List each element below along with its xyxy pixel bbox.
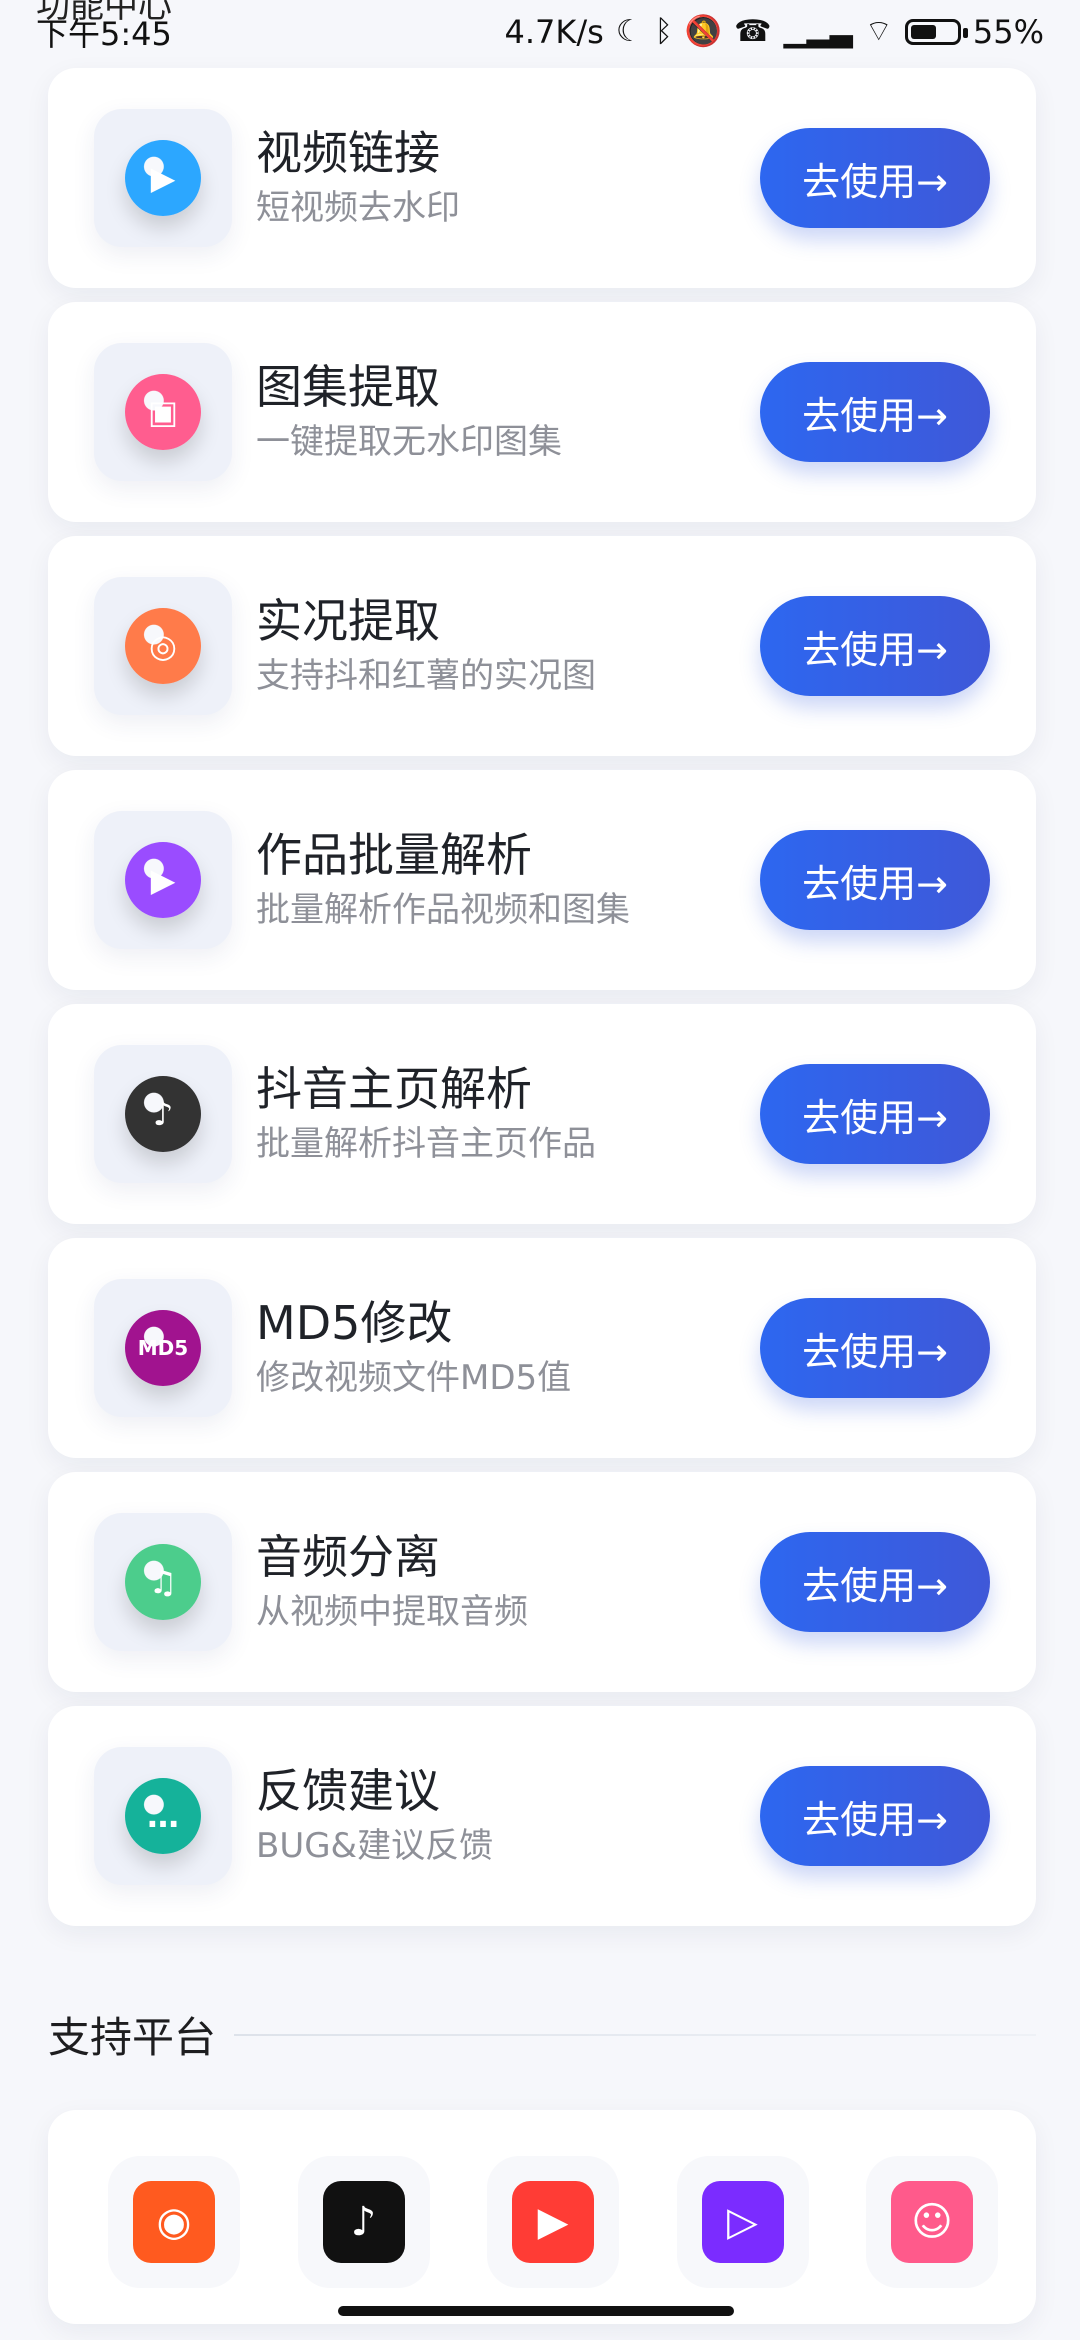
- battery-icon: [904, 19, 968, 45]
- platform-tile[interactable]: ▷: [676, 2156, 809, 2288]
- use-button[interactable]: 去使用→: [760, 1064, 990, 1164]
- feature-info: ▶ 视频链接短视频去水印: [94, 109, 460, 247]
- muted-bell-icon: 🔕: [684, 14, 723, 49]
- use-button[interactable]: 去使用→: [760, 1298, 990, 1398]
- wifi-icon: ⌔: [864, 14, 893, 49]
- feature-info: ◎ 实况提取支持抖和红薯的实况图: [94, 577, 596, 715]
- feature-title: MD5修改: [256, 1296, 453, 1350]
- feature-texts: MD5修改修改视频文件MD5值: [256, 1295, 571, 1401]
- douyin-logo-icon: ♪: [322, 2181, 405, 2263]
- feature-icon-tile: ▶: [94, 109, 232, 247]
- status-icons: 4.7K/s ☾ ᛒ 🔕 ☎ ▁▂▃ ⌔ 55%: [504, 13, 1044, 51]
- section-divider: [234, 2033, 1036, 2036]
- feature-icon-tile: ◎: [94, 577, 232, 715]
- live-photo-icon: ◎: [125, 608, 201, 684]
- xigua-logo-icon: ▶: [512, 2181, 594, 2263]
- feature-subtitle: 批量解析作品视频和图集: [256, 890, 630, 930]
- feature-icon-tile: ▶: [94, 811, 232, 949]
- feature-card[interactable]: ▶ 视频链接短视频去水印 去使用→: [48, 68, 1036, 288]
- battery-percentage: 55%: [972, 13, 1044, 51]
- feature-title: 图集提取: [256, 360, 440, 414]
- platform-tile[interactable]: ▶: [487, 2156, 619, 2288]
- md5-file-icon: MD5: [125, 1310, 201, 1386]
- feature-info: MD5 MD5修改修改视频文件MD5值: [94, 1279, 571, 1417]
- bluetooth-icon: ᛒ: [654, 14, 673, 49]
- kuaishou-logo-icon: ◉: [133, 2181, 215, 2263]
- feature-texts: 实况提取支持抖和红薯的实况图: [256, 593, 596, 699]
- feature-info: ♪ 抖音主页解析批量解析抖音主页作品: [94, 1045, 596, 1183]
- feature-subtitle: 一键提取无水印图集: [256, 422, 562, 462]
- feature-icon-tile: …: [94, 1747, 232, 1885]
- douyin-icon: ♪: [125, 1076, 201, 1152]
- feature-texts: 视频链接短视频去水印: [256, 125, 460, 231]
- feature-icon-tile: ♫: [94, 1513, 232, 1651]
- home-indicator[interactable]: [338, 2306, 734, 2316]
- platform-tile[interactable]: ☺: [866, 2156, 998, 2288]
- feature-subtitle: 修改视频文件MD5值: [256, 1358, 572, 1398]
- platform-tile[interactable]: ◉: [108, 2156, 240, 2288]
- feature-title: 音频分离: [256, 1530, 440, 1584]
- use-button[interactable]: 去使用→: [760, 1766, 990, 1866]
- status-time: 下午5:45: [36, 15, 172, 53]
- status-bar: 下午5:45 4.7K/s ☾ ᛒ 🔕 ☎ ▁▂▃ ⌔ 55%: [0, 0, 1080, 64]
- feature-card[interactable]: ♪ 抖音主页解析批量解析抖音主页作品 去使用→: [48, 1004, 1036, 1224]
- use-button[interactable]: 去使用→: [760, 128, 990, 228]
- image-icon: ▣: [125, 374, 201, 450]
- feature-texts: 作品批量解析批量解析作品视频和图集: [256, 827, 630, 933]
- feature-title: 抖音主页解析: [256, 1062, 532, 1116]
- use-button[interactable]: 去使用→: [760, 362, 990, 462]
- feature-icon-tile: MD5: [94, 1279, 232, 1417]
- feature-title: 作品批量解析: [256, 828, 532, 882]
- use-button[interactable]: 去使用→: [760, 596, 990, 696]
- feature-title: 视频链接: [256, 126, 440, 180]
- feature-title: 实况提取: [256, 594, 440, 648]
- media-logo-icon: ▷: [701, 2181, 784, 2263]
- network-speed: 4.7K/s: [504, 13, 604, 51]
- moon-icon: ☾: [615, 14, 643, 49]
- feature-card[interactable]: ▣ 图集提取一键提取无水印图集 去使用→: [48, 302, 1036, 522]
- feature-subtitle: 支持抖和红薯的实况图: [256, 656, 596, 696]
- feature-texts: 图集提取一键提取无水印图集: [256, 359, 562, 465]
- music-note-icon: ♫: [125, 1544, 201, 1620]
- feature-card[interactable]: ♫ 音频分离从视频中提取音频 去使用→: [48, 1472, 1036, 1692]
- feature-subtitle: BUG&建议反馈: [256, 1826, 494, 1866]
- signal-icon: ▁▂▃: [783, 14, 853, 49]
- feature-info: … 反馈建议 BUG&建议反馈: [94, 1747, 493, 1885]
- feature-subtitle: 从视频中提取音频: [256, 1592, 528, 1632]
- use-button[interactable]: 去使用→: [760, 830, 990, 930]
- supported-platforms-card: ◉ ♪ ▶ ▷ ☺: [48, 2110, 1036, 2324]
- feature-card[interactable]: MD5 MD5修改修改视频文件MD5值 去使用→: [48, 1238, 1036, 1458]
- feature-texts: 抖音主页解析批量解析抖音主页作品: [256, 1061, 596, 1167]
- phone-icon: ☎: [734, 14, 772, 49]
- pipixia-logo-icon: ☺: [891, 2181, 973, 2263]
- feature-card[interactable]: ▶ 作品批量解析批量解析作品视频和图集 去使用→: [48, 770, 1036, 990]
- feature-info: ▶ 作品批量解析批量解析作品视频和图集: [94, 811, 630, 949]
- feature-info: ♫ 音频分离从视频中提取音频: [94, 1513, 528, 1651]
- feature-list: ▶ 视频链接 短视频去水印 去使用→ ▣ 图集提取 一键提取无水印图集 去使用→ ◎ 实况提取 支持…: [48, 68, 1036, 1940]
- use-button[interactable]: 去使用→: [760, 1532, 990, 1632]
- feature-subtitle: 短视频去水印: [256, 188, 460, 228]
- film-icon: ▶: [125, 842, 201, 918]
- feature-card[interactable]: ◎ 实况提取支持抖和红薯的实况图 去使用→: [48, 536, 1036, 756]
- feature-texts: 音频分离从视频中提取音频: [256, 1529, 528, 1635]
- play-circle-icon: ▶: [125, 140, 201, 216]
- supported-platforms-header: 支持平台: [48, 2004, 1036, 2065]
- platform-logo-row: ◉ ♪ ▶ ▷ ☺: [108, 2156, 998, 2288]
- supported-platforms-title: 支持平台: [48, 2013, 217, 2062]
- feature-icon-tile: ▣: [94, 343, 232, 481]
- chat-bubble-icon: …: [125, 1778, 201, 1854]
- platform-tile[interactable]: ♪: [297, 2156, 430, 2288]
- feature-subtitle: 批量解析抖音主页作品: [256, 1124, 596, 1164]
- feature-texts: 反馈建议 BUG&建议反馈: [256, 1763, 493, 1869]
- feature-info: ▣ 图集提取一键提取无水印图集: [94, 343, 562, 481]
- feature-title: 反馈建议: [256, 1764, 440, 1818]
- feature-card[interactable]: … 反馈建议 BUG&建议反馈 去使用→: [48, 1706, 1036, 1926]
- feature-icon-tile: ♪: [94, 1045, 232, 1183]
